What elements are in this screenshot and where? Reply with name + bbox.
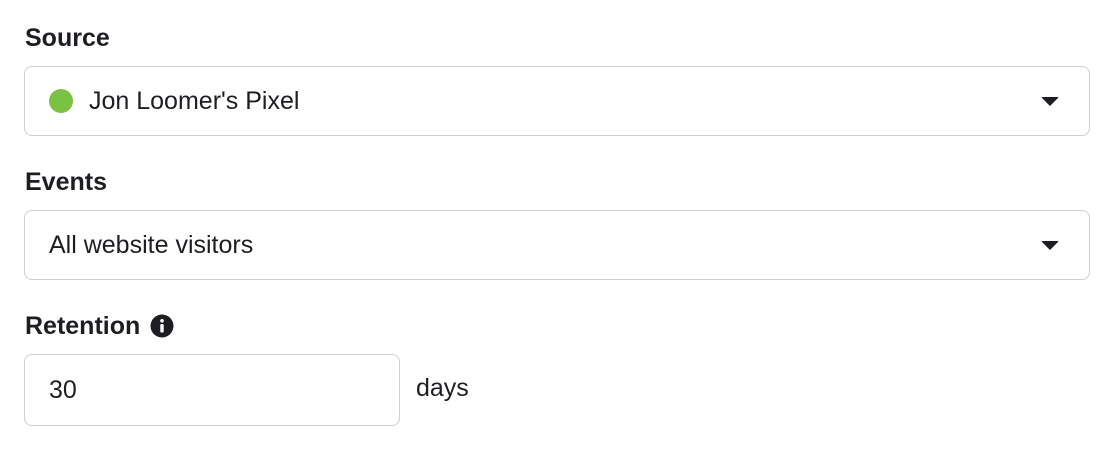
caret-down-icon[interactable] [1041,241,1059,250]
retention-days-input[interactable] [24,354,400,426]
events-selected-value: All website visitors [49,231,254,259]
events-select[interactable]: All website visitors [24,210,1090,280]
status-dot-icon [49,89,73,113]
caret-down-icon[interactable] [1041,97,1059,106]
retention-label-text: Retention [25,312,141,340]
retention-label: Retention [25,311,174,341]
source-label-text: Source [25,24,110,52]
source-select[interactable]: Jon Loomer's Pixel [24,66,1090,136]
events-label: Events [25,167,107,197]
source-selected-value: Jon Loomer's Pixel [89,87,300,115]
info-icon[interactable] [150,314,174,338]
retention-unit-label: days [416,374,469,402]
source-label: Source [25,23,110,53]
events-label-text: Events [25,168,107,196]
